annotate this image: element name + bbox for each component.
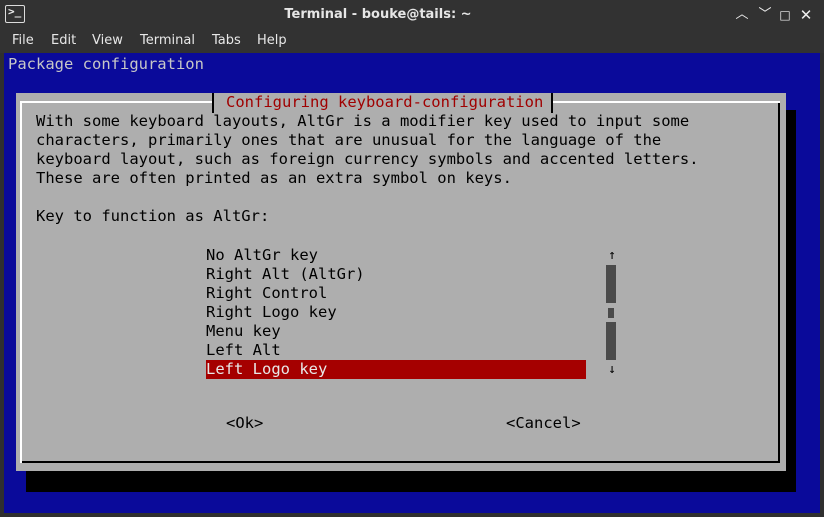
menu-view[interactable]: View bbox=[92, 33, 123, 48]
scroll-up-arrow-icon[interactable]: ↑ bbox=[606, 246, 618, 265]
scrollbar-segment bbox=[606, 265, 616, 303]
restore-icon[interactable]: ﹀ bbox=[756, 6, 774, 24]
option-right-alt[interactable]: Right Alt (AltGr) bbox=[206, 265, 586, 284]
maximize-icon[interactable]: □ bbox=[776, 6, 794, 24]
menu-edit[interactable]: Edit bbox=[51, 33, 76, 48]
menu-bar: File Edit View Terminal Tabs Help bbox=[0, 31, 824, 53]
terminal-window: >_ Terminal - bouke@tails: ~ ︿ ﹀ □ ✕ Fil… bbox=[0, 0, 824, 517]
close-icon[interactable]: ✕ bbox=[797, 6, 815, 24]
scrollbar-segment bbox=[606, 322, 616, 360]
option-menu-key[interactable]: Menu key bbox=[206, 322, 586, 341]
dialog-title: Configuring keyboard-configuration bbox=[212, 93, 554, 113]
altgr-prompt: Key to function as AltGr: bbox=[36, 207, 270, 225]
minimize-icon[interactable]: ︿ bbox=[733, 6, 751, 24]
option-right-control[interactable]: Right Control bbox=[206, 284, 586, 303]
terminal-area[interactable]: Package configuration Configuring keyboa… bbox=[4, 53, 820, 513]
description-line: These are often printed as an extra symb… bbox=[36, 169, 512, 187]
scrollbar-thumb[interactable] bbox=[608, 308, 614, 318]
option-no-altgr-key[interactable]: No AltGr key bbox=[206, 246, 586, 265]
description-line: With some keyboard layouts, AltGr is a m… bbox=[36, 112, 690, 130]
option-left-logo-key[interactable]: Left Logo key bbox=[206, 360, 586, 379]
config-dialog: Configuring keyboard-configuration With … bbox=[16, 93, 786, 471]
cancel-button[interactable]: <Cancel> bbox=[506, 414, 581, 433]
window-title: Terminal - bouke@tails: ~ bbox=[284, 7, 472, 22]
scroll-down-arrow-icon[interactable]: ↓ bbox=[606, 360, 618, 379]
menu-tabs[interactable]: Tabs bbox=[212, 33, 241, 48]
menu-file[interactable]: File bbox=[12, 33, 34, 48]
option-left-alt[interactable]: Left Alt bbox=[206, 341, 586, 360]
description-line: keyboard layout, such as foreign currenc… bbox=[36, 150, 699, 168]
description-line: characters, primarily ones that are unus… bbox=[36, 131, 662, 149]
options-scrollbar[interactable]: ↑ ↓ bbox=[606, 246, 618, 380]
package-configuration-header: Package configuration bbox=[8, 55, 204, 73]
title-bar[interactable]: >_ Terminal - bouke@tails: ~ ︿ ﹀ □ ✕ bbox=[0, 0, 824, 31]
ok-button[interactable]: <Ok> bbox=[226, 414, 263, 433]
menu-terminal[interactable]: Terminal bbox=[140, 33, 195, 48]
menu-help[interactable]: Help bbox=[257, 33, 287, 48]
option-right-logo-key[interactable]: Right Logo key bbox=[206, 303, 586, 322]
